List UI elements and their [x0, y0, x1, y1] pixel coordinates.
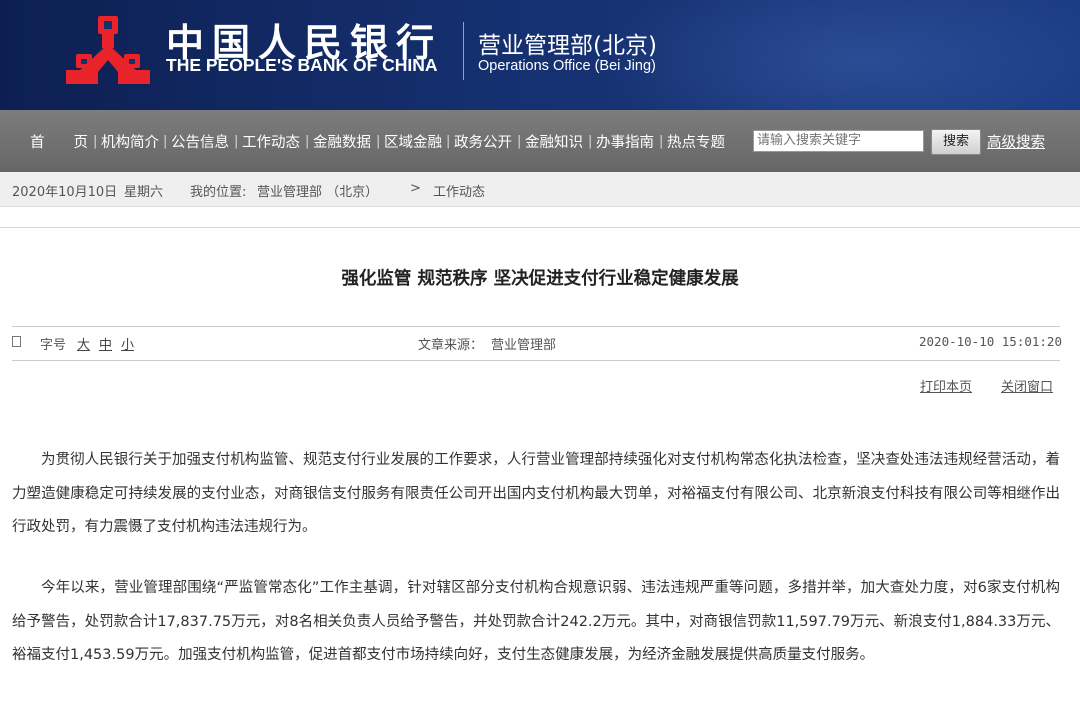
nav-item-regional-finance[interactable]: 区域金融: [384, 131, 442, 152]
nav-item-notices[interactable]: 公告信息: [171, 131, 229, 152]
current-date: 2020年10月10日: [12, 185, 118, 200]
info-divider-bottom: [12, 360, 1060, 361]
nav-item-hot-topics[interactable]: 热点专题: [667, 131, 725, 152]
current-weekday: 星期六: [124, 185, 164, 200]
content-divider: [0, 227, 1080, 228]
nav-separator: |: [446, 134, 451, 149]
bank-name-en: THE PEOPLE'S BANK OF CHINA: [166, 55, 438, 75]
font-size-label: 字号: [40, 338, 67, 353]
square-icon: [12, 336, 21, 347]
nav-separator: |: [93, 134, 98, 149]
breadcrumb-label: 我的位置:: [190, 185, 247, 200]
nav-separator: |: [376, 134, 381, 149]
office-name-en: Operations Office (Bei Jing): [478, 58, 656, 74]
nav-separator: |: [588, 134, 593, 149]
close-window-link[interactable]: 关闭窗口: [1001, 376, 1053, 395]
nav-item-gov-affairs[interactable]: 政务公开: [454, 131, 512, 152]
nav-item-financial-knowledge[interactable]: 金融知识: [525, 131, 583, 152]
font-size-medium-button[interactable]: 中: [99, 334, 112, 353]
breadcrumb-link-office[interactable]: 营业管理部 （北京）: [257, 181, 378, 200]
nav-item-financial-data[interactable]: 金融数据: [313, 131, 371, 152]
breadcrumb-link-current[interactable]: 工作动态: [433, 181, 485, 200]
nav-item-work-news[interactable]: 工作动态: [242, 131, 300, 152]
article-source: 营业管理部: [491, 338, 557, 353]
nav-separator: |: [659, 134, 664, 149]
search-input[interactable]: [753, 130, 924, 152]
nav-item-about[interactable]: 机构简介: [101, 131, 159, 152]
breadcrumb-arrow-icon: >: [410, 181, 421, 196]
advanced-search-link[interactable]: 高级搜索: [987, 131, 1045, 152]
nav-item-home[interactable]: 首 页: [30, 131, 88, 152]
banner-sheen: [600, 0, 1080, 110]
article-datetime: 2020-10-10 15:01:20: [919, 334, 1062, 349]
pboc-logo-icon[interactable]: [62, 14, 154, 86]
nav-separator: |: [163, 134, 168, 149]
source-label: 文章来源：: [418, 338, 484, 353]
article-paragraph: 为贯彻人民银行关于加强支付机构监管、规范支付行业发展的工作要求，人行营业管理部持…: [12, 452, 1060, 536]
nav-separator: |: [234, 134, 239, 149]
info-divider-top: [12, 326, 1060, 327]
header-banner: 中国人民银行 THE PEOPLE'S BANK OF CHINA 营业管理部(…: [0, 0, 1080, 110]
font-size-small-button[interactable]: 小: [121, 334, 134, 353]
nav-item-service-guide[interactable]: 办事指南: [596, 131, 654, 152]
office-name-cn: 营业管理部(北京): [478, 33, 657, 59]
print-page-link[interactable]: 打印本页: [920, 376, 972, 395]
font-size-large-button[interactable]: 大: [77, 334, 90, 353]
article-paragraph: 今年以来，营业管理部围绕“严监管常态化”工作主基调，针对辖区部分支付机构合规意识…: [12, 580, 1060, 664]
article-title: 强化监管 规范秩序 坚决促进支付行业稳定健康发展: [341, 269, 739, 289]
header-divider: [463, 22, 464, 80]
nav-separator: |: [517, 134, 522, 149]
nav-separator: |: [305, 134, 310, 149]
search-button[interactable]: 搜索: [931, 129, 981, 155]
